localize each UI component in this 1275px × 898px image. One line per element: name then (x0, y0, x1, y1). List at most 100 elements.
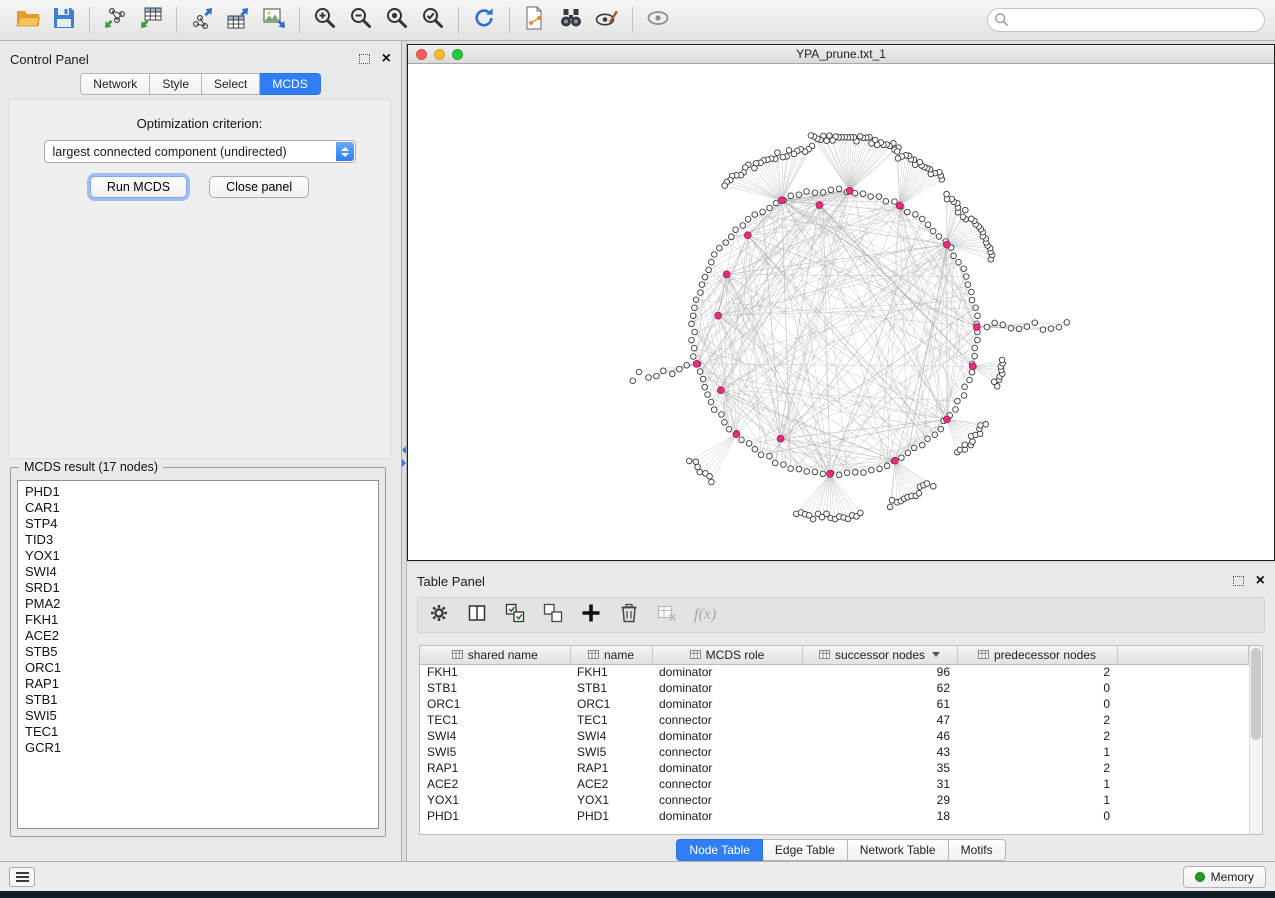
network-node[interactable] (646, 375, 652, 381)
network-node[interactable] (962, 442, 968, 448)
network-node[interactable] (860, 191, 866, 197)
network-node[interactable] (1056, 324, 1062, 330)
mcds-dominator-node[interactable] (827, 471, 834, 478)
tab-mcds[interactable]: MCDS (260, 73, 320, 95)
close-mcds-panel-button[interactable]: Close panel (209, 176, 309, 198)
search-network-button[interactable] (553, 4, 589, 36)
mcds-result-item[interactable]: STP4 (25, 516, 378, 532)
cell-predecessor-nodes[interactable]: 0 (957, 696, 1117, 712)
mcds-result-item[interactable]: GCR1 (25, 740, 378, 756)
network-node[interactable] (705, 392, 711, 398)
network-node[interactable] (697, 369, 703, 375)
cell-successor-nodes[interactable]: 47 (802, 712, 957, 728)
mcds-result-item[interactable]: PMA2 (25, 596, 378, 612)
cell-predecessor-nodes[interactable]: 1 (957, 744, 1117, 760)
network-node[interactable] (677, 366, 683, 372)
network-node[interactable] (1040, 327, 1046, 333)
network-node[interactable] (689, 321, 695, 327)
network-node[interactable] (969, 369, 975, 375)
mcds-result-item[interactable]: PHD1 (25, 484, 378, 500)
network-node[interactable] (767, 453, 773, 459)
table-row[interactable]: TEC1TEC1connector472 (420, 712, 1249, 728)
network-node[interactable] (752, 447, 758, 453)
network-node[interactable] (961, 266, 967, 272)
mcds-dominator-node[interactable] (846, 187, 853, 194)
network-node[interactable] (962, 384, 968, 390)
network-node[interactable] (698, 290, 704, 296)
mcds-dominator-node[interactable] (896, 202, 903, 209)
cell-MCDS-role[interactable]: dominator (652, 696, 802, 712)
mcds-result-item[interactable]: SWI5 (25, 708, 378, 724)
table-row[interactable]: RAP1RAP1dominator352 (420, 760, 1249, 776)
network-node[interactable] (690, 313, 696, 319)
tab-select[interactable]: Select (202, 73, 260, 95)
mcds-result-item[interactable]: TID3 (25, 532, 378, 548)
column-selector-button[interactable] (462, 601, 492, 629)
mcds-dominator-node[interactable] (693, 361, 700, 368)
cell-name[interactable]: STB1 (570, 680, 652, 696)
network-node[interactable] (1016, 326, 1022, 332)
network-node[interactable] (709, 259, 715, 265)
close-window-icon[interactable] (416, 49, 427, 60)
run-mcds-button[interactable]: Run MCDS (90, 176, 187, 198)
network-node[interactable] (1008, 325, 1014, 331)
network-node[interactable] (706, 267, 712, 273)
network-node[interactable] (733, 227, 739, 233)
cell-MCDS-role[interactable]: dominator (652, 680, 802, 696)
network-node[interactable] (961, 393, 967, 399)
network-node[interactable] (963, 207, 969, 213)
table-row[interactable]: PHD1PHD1dominator180 (420, 808, 1249, 824)
table-tab-motifs[interactable]: Motifs (949, 839, 1006, 861)
network-node[interactable] (969, 297, 975, 303)
mcds-dominator-node[interactable] (733, 431, 740, 438)
column-header-predecessor-nodes[interactable]: predecessor nodes (957, 646, 1117, 664)
network-node[interactable] (960, 214, 966, 220)
mcds-result-item[interactable]: YOX1 (25, 548, 378, 564)
mcds-result-item[interactable]: RAP1 (25, 676, 378, 692)
mcds-result-list[interactable]: PHD1CAR1STP4TID3YOX1SWI4SRD1PMA2FKH1ACE2… (17, 480, 379, 829)
network-node[interactable] (760, 209, 766, 215)
network-node[interactable] (836, 186, 842, 192)
mcds-dominator-node[interactable] (744, 232, 751, 239)
network-node[interactable] (972, 353, 978, 359)
network-node[interactable] (992, 320, 998, 326)
column-header-shared-name[interactable]: shared name (420, 646, 570, 664)
cell-successor-nodes[interactable]: 31 (802, 776, 957, 792)
export-image-button[interactable] (256, 4, 292, 36)
network-node[interactable] (967, 377, 973, 383)
network-node[interactable] (884, 463, 890, 469)
cell-name[interactable]: RAP1 (570, 760, 652, 776)
criterion-dropdown[interactable]: largest connected component (undirected) (44, 140, 356, 163)
network-window-titlebar[interactable]: YPA_prune.txt_1 (408, 45, 1274, 64)
network-node[interactable] (1048, 326, 1054, 332)
network-node[interactable] (772, 460, 778, 466)
network-node[interactable] (796, 192, 802, 198)
refresh-view-button[interactable] (466, 4, 502, 36)
network-node[interactable] (899, 455, 905, 461)
network-node[interactable] (869, 467, 875, 473)
network-node[interactable] (702, 274, 708, 280)
table-scrollbar[interactable] (1249, 646, 1262, 834)
column-header-MCDS-role[interactable]: MCDS role (652, 646, 802, 664)
float-panel-icon[interactable] (359, 54, 370, 64)
cell-successor-nodes[interactable]: 46 (802, 728, 957, 744)
cell-predecessor-nodes[interactable]: 2 (957, 664, 1117, 680)
network-node[interactable] (894, 149, 900, 155)
cell-shared-name[interactable]: ACE2 (420, 776, 570, 792)
network-node[interactable] (905, 209, 911, 215)
mcds-result-item[interactable]: SRD1 (25, 580, 378, 596)
network-node[interactable] (745, 216, 751, 222)
cell-MCDS-role[interactable]: dominator (652, 728, 802, 744)
mcds-result-item[interactable]: STB1 (25, 692, 378, 708)
cell-predecessor-nodes[interactable]: 0 (957, 680, 1117, 696)
network-node[interactable] (661, 368, 667, 374)
export-table-button[interactable] (220, 4, 256, 36)
import-table-button[interactable] (133, 4, 169, 36)
cell-shared-name[interactable]: YOX1 (420, 792, 570, 808)
network-node[interactable] (861, 470, 867, 476)
network-node[interactable] (828, 187, 834, 193)
import-network-button[interactable] (97, 4, 133, 36)
network-node[interactable] (697, 469, 703, 475)
network-node[interactable] (726, 426, 732, 432)
network-node[interactable] (717, 245, 723, 251)
